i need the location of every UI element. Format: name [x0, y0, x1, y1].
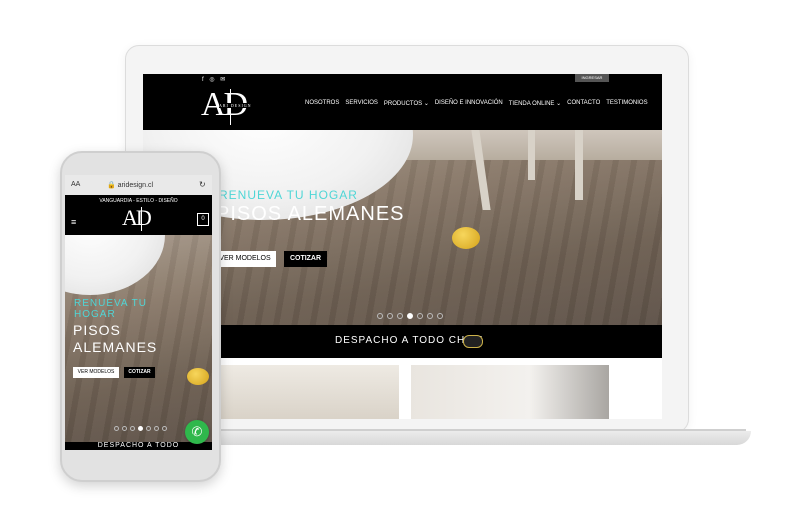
slider-dot[interactable]: [387, 313, 393, 319]
logo-subtitle: ARI DESIGN: [219, 103, 252, 108]
hamburger-menu-icon[interactable]: ≡: [71, 217, 76, 227]
slider-dots: [377, 313, 443, 319]
nav-item-testimonios[interactable]: TESTIMONIOS: [606, 100, 647, 107]
login-button[interactable]: INGRESAR: [575, 74, 609, 82]
mobile-shipping-banner: DESPACHO A TODO: [65, 442, 212, 450]
slider-dot[interactable]: [397, 313, 403, 319]
mobile-tagline: VANGUARDIA - ESTILO - DISEÑO: [99, 198, 178, 204]
mobile-slider-dot-active[interactable]: [138, 426, 143, 431]
nav-item-tienda[interactable]: TIENDA ONLINE ⌄: [509, 100, 561, 107]
mobile-slider-dot[interactable]: [146, 426, 151, 431]
mobile-hero-title-2: ALEMANES: [73, 339, 158, 355]
sponge-image: [452, 227, 480, 249]
slider-dot[interactable]: [377, 313, 383, 319]
mobile-header: VANGUARDIA - ESTILO - DISEÑO ≡ AD 0: [65, 195, 212, 235]
chair-leg-image: [528, 130, 535, 180]
phone-screen: AA 🔒 aridesign.cl ↻ VANGUARDIA - ESTILO …: [65, 175, 212, 450]
mobile-shipping-text: DESPACHO A TODO: [97, 442, 180, 449]
interior-thumb-image[interactable]: [216, 365, 399, 419]
nav-item-servicios[interactable]: SERVICIOS: [345, 100, 378, 107]
social-icons[interactable]: f ◎ ✉: [202, 76, 227, 83]
mobile-logo-letters: AD: [122, 205, 152, 230]
mobile-sponge-image: [187, 368, 209, 385]
shipping-banner-text: DESPACHO A TODO CHILE: [335, 335, 484, 346]
nav-item-productos[interactable]: PRODUCTOS ⌄: [384, 100, 429, 107]
main-nav: NOSOTROS SERVICIOS PRODUCTOS ⌄ DISEÑO E …: [305, 100, 648, 107]
slider-dot-active[interactable]: [407, 313, 413, 319]
mobile-slider-dots: [114, 426, 167, 431]
nav-item-contacto[interactable]: CONTACTO: [567, 100, 600, 107]
mobile-logo-bar: [141, 207, 142, 231]
hero-title: PISOS ALEMANES: [216, 203, 405, 225]
delivery-badge-icon: [463, 335, 483, 348]
mobile-slider-dot[interactable]: [162, 426, 167, 431]
mobile-view-models-button[interactable]: VER MODELOS: [73, 367, 119, 378]
nav-item-diseno[interactable]: DISEÑO E INNOVACIÓN: [435, 100, 503, 107]
mobile-slider-dot[interactable]: [122, 426, 127, 431]
quote-button[interactable]: COTIZAR: [284, 251, 327, 267]
mobile-logo[interactable]: AD: [122, 205, 158, 233]
curtain-thumb-image[interactable]: [411, 365, 609, 419]
site-header: f ◎ ✉ INGRESAR AD ARI DESIGN NOSOTROS SE…: [143, 74, 662, 130]
url-text[interactable]: 🔒 aridesign.cl: [107, 181, 153, 189]
view-models-button[interactable]: VER MODELOS: [214, 251, 276, 267]
chair-leg-image: [575, 130, 583, 200]
mobile-hero-slider[interactable]: RENUEVA TU HOGAR PISOS ALEMANES VER MODE…: [65, 235, 212, 442]
browser-url-bar[interactable]: AA 🔒 aridesign.cl ↻: [65, 175, 212, 195]
site-logo[interactable]: AD ARI DESIGN: [201, 86, 257, 126]
reload-icon[interactable]: ↻: [199, 180, 206, 189]
mobile-quote-button[interactable]: COTIZAR: [124, 367, 155, 378]
hero-subtitle: RENUEVA TU HOGAR: [219, 188, 358, 202]
mobile-hero-title-1: PISOS: [73, 322, 121, 338]
nav-item-nosotros[interactable]: NOSOTROS: [305, 100, 339, 107]
slider-dot[interactable]: [417, 313, 423, 319]
mobile-hero-subtitle-1: RENUEVA TU: [74, 298, 147, 309]
mobile-hero-subtitle-2: HOGAR: [74, 309, 116, 320]
cart-icon[interactable]: 0: [197, 213, 209, 226]
whatsapp-icon[interactable]: ✆: [185, 420, 209, 444]
laptop-base: [155, 431, 751, 445]
mobile-slider-dot[interactable]: [114, 426, 119, 431]
slider-dot[interactable]: [437, 313, 443, 319]
mobile-slider-dot[interactable]: [130, 426, 135, 431]
mobile-slider-dot[interactable]: [154, 426, 159, 431]
slider-dot[interactable]: [427, 313, 433, 319]
text-size-button[interactable]: AA: [71, 181, 80, 188]
